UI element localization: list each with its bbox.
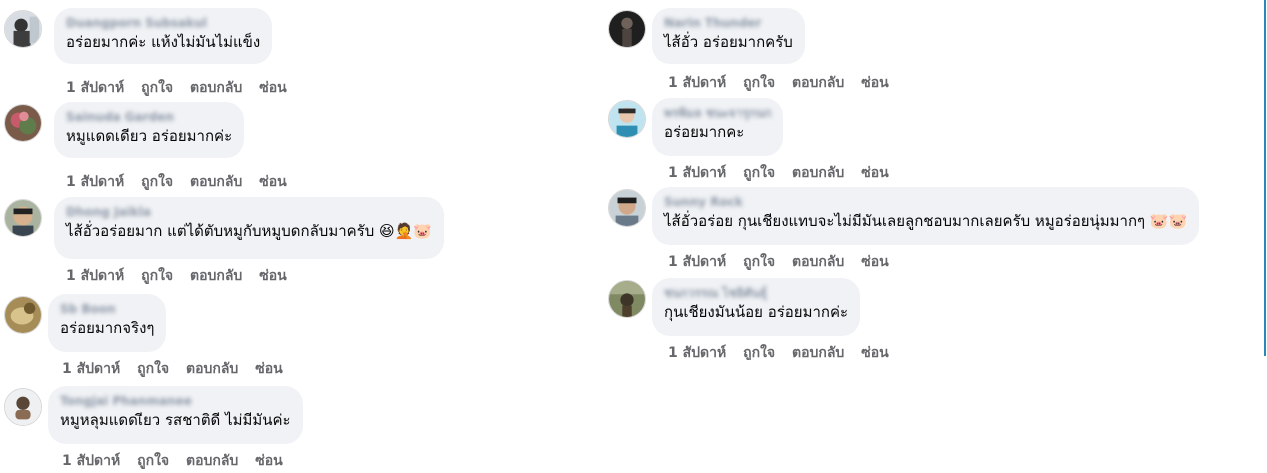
like-button[interactable]: ถูกใจ (743, 165, 775, 181)
comment-time[interactable]: 1 สัปดาห์ (62, 453, 120, 469)
comment-actions: 1 สัปดาห์ ถูกใจ ตอบกลับ ซ่อน (62, 360, 283, 378)
cut-off-actions (66, 0, 346, 4)
like-button[interactable]: ถูกใจ (743, 254, 775, 270)
avatar-icon[interactable] (4, 104, 42, 142)
comment-author[interactable]: Narin Thunder (664, 14, 793, 32)
comment-time[interactable]: 1 สัปดาห์ (668, 165, 726, 181)
like-button[interactable]: ถูกใจ (141, 174, 173, 190)
comment-bubble: ชนกวรรณ ไชยิศันธุ์ กุนเชียงมันน้อย อร่อย… (652, 278, 861, 336)
hide-button[interactable]: ซ่อน (861, 165, 888, 181)
comment-time[interactable]: 1 สัปดาห์ (66, 80, 124, 96)
comment-bubble: Narin Thunder ไส้อั่ว อร่อยมากครับ (652, 8, 805, 64)
comment-text: ไส้อั่วอร่อย กุนเชียงแทบจะไม่มีมันเลยลูก… (664, 211, 1187, 231)
reply-button[interactable]: ตอบกลับ (792, 345, 844, 360)
comment-bubble: Dhong Jaikla ไส้อั่วอร่อยมาก แต่ได้ตับหม… (54, 197, 445, 259)
reply-button[interactable]: ตอบกลับ (190, 268, 242, 284)
comment-author[interactable]: Tongjai Phanmanee (60, 392, 291, 410)
hide-button[interactable]: ซ่อน (255, 361, 282, 377)
comment-time[interactable]: 1 สัปดาห์ (66, 268, 124, 284)
comment-text-body: ไส้อั่วอร่อยมาก แต่ได้ตับหมูกับหมูบดกลับ… (66, 222, 375, 240)
avatar-icon[interactable] (4, 199, 42, 237)
comment-author[interactable]: Dhong Jaikla (66, 203, 432, 221)
hide-button[interactable]: ซ่อน (259, 80, 286, 96)
comment-text: ไส้อั่ว อร่อยมากครับ (664, 33, 793, 51)
comment-column-left: Duangporn Subsakul อร่อยมากค่ะ แห้งไม่มั… (0, 0, 560, 473)
comment-time[interactable]: 1 สัปดาห์ (668, 345, 726, 360)
comment-text: หมูแดดเดียว อร่อยมากค่ะ (66, 127, 233, 145)
like-button[interactable]: ถูกใจ (141, 80, 173, 96)
comment-time[interactable]: 1 สัปดาห์ (66, 174, 124, 190)
comment-text: กุนเชียงมันน้อย อร่อยมากค่ะ (664, 303, 849, 321)
reply-button[interactable]: ตอบกลับ (190, 174, 242, 190)
reply-button[interactable]: ตอบกลับ (792, 254, 844, 270)
comment-bubble: Tongjai Phanmanee หมูหลุมแดดเียว รสชาติด… (48, 386, 303, 444)
reply-button[interactable]: ตอบกลับ (792, 165, 844, 181)
comment-time[interactable]: 1 สัปดาห์ (668, 254, 726, 270)
comment-text: อร่อยมากคะ (664, 123, 745, 141)
comment-actions: 1 สัปดาห์ ถูกใจ ตอบกลับ ซ่อน (62, 452, 283, 470)
hide-button[interactable]: ซ่อน (861, 254, 888, 270)
comment-text-body: ไส้อั่วอร่อย กุนเชียงแทบจะไม่มีมันเลยลูก… (664, 212, 1146, 230)
comment-bubble: พรพิมล ชนะจารุกนก อร่อยมากคะ (652, 98, 784, 156)
comment-author[interactable]: Sainuda Garden (66, 108, 232, 126)
hide-button[interactable]: ซ่อน (259, 174, 286, 190)
comment-time[interactable]: 1 สัปดาห์ (668, 75, 726, 91)
comment-actions: 1 สัปดาห์ ถูกใจ ตอบกลับ ซ่อน (668, 253, 889, 271)
comment-bubble: Duangporn Subsakul อร่อยมากค่ะ แห้งไม่มั… (54, 8, 273, 64)
hide-button[interactable]: ซ่อน (259, 268, 286, 284)
reply-button[interactable]: ตอบกลับ (190, 80, 242, 96)
comment-actions: 1 สัปดาห์ ถูกใจ ตอบกลับ ซ่อน (668, 74, 889, 92)
comment-actions: 1 สัปดาห์ ถูกใจ ตอบกลับ ซ่อน (668, 344, 889, 360)
avatar-icon[interactable] (4, 10, 42, 48)
avatar-icon[interactable] (608, 280, 646, 318)
like-button[interactable]: ถูกใจ (743, 345, 775, 360)
comment-text: อร่อยมากจริงๆ (60, 319, 155, 337)
reply-button[interactable]: ตอบกลับ (792, 75, 844, 91)
comment-actions: 1 สัปดาห์ ถูกใจ ตอบกลับ ซ่อน (66, 79, 287, 97)
comment-text: อร่อยมากค่ะ แห้งไม่มันไม่แข็ง (66, 33, 261, 51)
comment-actions: 1 สัปดาห์ ถูกใจ ตอบกลับ ซ่อน (66, 267, 287, 285)
comment-bubble: Sunny Rock ไส้อั่วอร่อย กุนเชียงแทบจะไม่… (652, 187, 1200, 245)
reply-button[interactable]: ตอบกลับ (186, 361, 238, 377)
hide-button[interactable]: ซ่อน (255, 453, 282, 469)
comment-author[interactable]: Sb Boon (60, 300, 154, 318)
comment-time[interactable]: 1 สัปดาห์ (62, 361, 120, 377)
comment-author[interactable]: Sunny Rock (664, 193, 1187, 211)
comment-text: ไส้อั่วอร่อยมาก แต่ได้ตับหมูกับหมูบดกลับ… (66, 221, 432, 241)
hide-button[interactable]: ซ่อน (861, 345, 888, 360)
reply-button[interactable]: ตอบกลับ (186, 453, 238, 469)
comment-column-right: Narin Thunder ไส้อั่ว อร่อยมากครับ 1 สัป… (606, 0, 1267, 360)
comment-bubble: Sb Boon อร่อยมากจริงๆ (48, 294, 167, 352)
comment-author[interactable]: ชนกวรรณ ไชยิศันธุ์ (664, 284, 848, 302)
comment-actions: 1 สัปดาห์ ถูกใจ ตอบกลับ ซ่อน (66, 173, 287, 191)
like-button[interactable]: ถูกใจ (137, 453, 169, 469)
avatar-icon[interactable] (608, 100, 646, 138)
like-button[interactable]: ถูกใจ (743, 75, 775, 91)
emoji-icon: 😆🤦🐷 (379, 222, 433, 240)
comment-author[interactable]: Duangporn Subsakul (66, 14, 260, 32)
avatar-icon[interactable] (608, 10, 646, 48)
emoji-icon: 🐷🐷 (1149, 212, 1188, 230)
like-button[interactable]: ถูกใจ (141, 268, 173, 284)
comment-bubble: Sainuda Garden หมูแดดเดียว อร่อยมากค่ะ (54, 102, 245, 158)
like-button[interactable]: ถูกใจ (137, 361, 169, 377)
hide-button[interactable]: ซ่อน (861, 75, 888, 91)
comment-text: หมูหลุมแดดเียว รสชาติดี ไม่มีมันค่ะ (60, 411, 291, 429)
scroll-divider (1264, 0, 1266, 356)
comment-actions: 1 สัปดาห์ ถูกใจ ตอบกลับ ซ่อน (668, 164, 889, 182)
avatar-icon[interactable] (4, 388, 42, 426)
avatar-icon[interactable] (4, 296, 42, 334)
comment-author[interactable]: พรพิมล ชนะจารุกนก (664, 104, 771, 122)
avatar-icon[interactable] (608, 189, 646, 227)
